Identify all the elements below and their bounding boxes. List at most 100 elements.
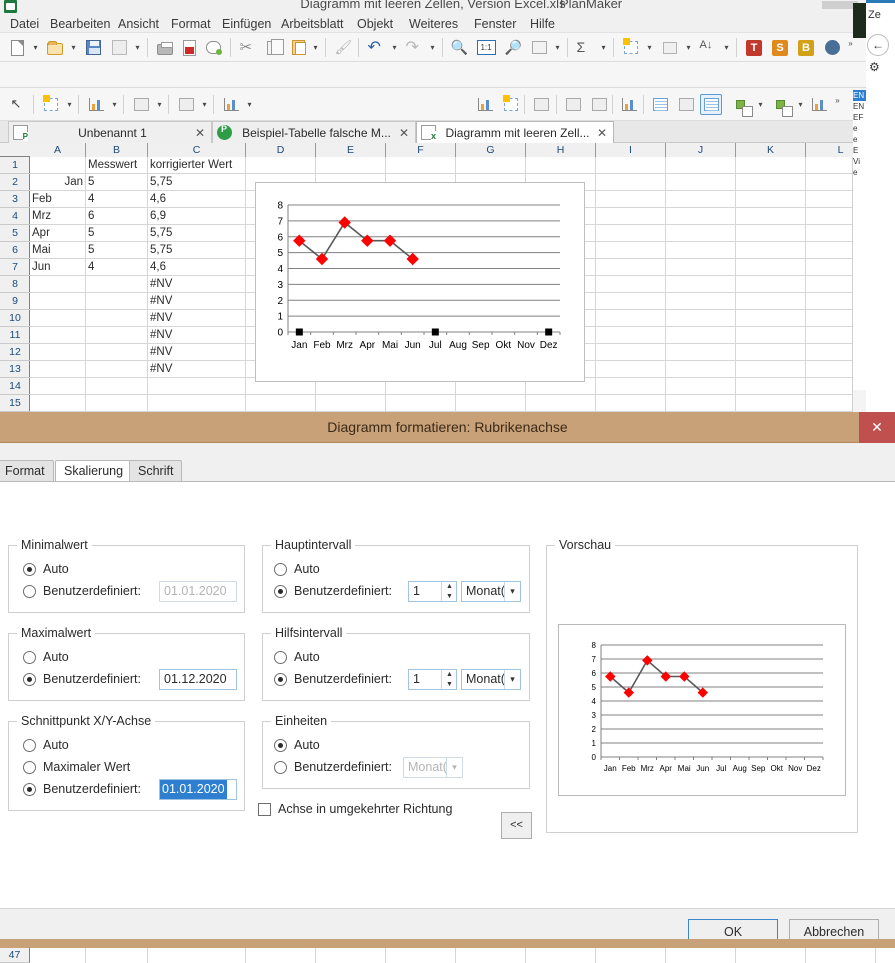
menu-weiteres[interactable]: Weiteres xyxy=(403,16,464,32)
cell-J5[interactable] xyxy=(666,225,736,242)
cell-A12[interactable] xyxy=(30,344,86,361)
cell-K15[interactable] xyxy=(736,395,806,412)
cell-E1[interactable] xyxy=(316,157,386,174)
tab-skalierung[interactable]: Skalierung xyxy=(55,460,133,482)
cell-bottom-F[interactable] xyxy=(386,948,456,963)
close-icon[interactable]: ✕ xyxy=(595,126,609,140)
add-series-button[interactable] xyxy=(220,94,242,115)
cell-K5[interactable] xyxy=(736,225,806,242)
print-preview-button[interactable] xyxy=(202,37,224,58)
cell-B7[interactable]: 4 xyxy=(86,259,148,276)
hauptintervall-custom-radio[interactable]: Benutzerdefiniert: xyxy=(274,584,392,598)
cell-A11[interactable] xyxy=(30,327,86,344)
collapse-dialog-button[interactable]: << xyxy=(501,812,532,839)
cell-K11[interactable] xyxy=(736,327,806,344)
row-header-13[interactable]: 13 xyxy=(0,361,30,378)
cell-D1[interactable] xyxy=(246,157,316,174)
cell-J8[interactable] xyxy=(666,276,736,293)
cell-bottom-B[interactable] xyxy=(86,948,148,963)
menu-bearbeiten[interactable]: Bearbeiten xyxy=(44,16,116,32)
doc-tab-beispiel-tabelle[interactable]: Beispiel-Tabelle falsche M... ✕ xyxy=(212,121,416,143)
menu-ansicht[interactable]: Ansicht xyxy=(112,16,165,32)
cell-K1[interactable] xyxy=(736,157,806,174)
cell-bottom-G[interactable] xyxy=(456,948,526,963)
cell-B13[interactable] xyxy=(86,361,148,378)
cell-J9[interactable] xyxy=(666,293,736,310)
cell-B5[interactable]: 5 xyxy=(86,225,148,242)
cell-K6[interactable] xyxy=(736,242,806,259)
cell-B2[interactable]: 5 xyxy=(86,174,148,191)
group-dropdown-icon[interactable]: ▾ xyxy=(756,100,765,109)
einheiten-auto-radio[interactable]: Auto xyxy=(274,738,320,752)
cell-K2[interactable] xyxy=(736,174,806,191)
cell-bottom-C[interactable] xyxy=(148,948,246,963)
tab-format[interactable]: Format xyxy=(0,460,54,481)
cell-I6[interactable] xyxy=(596,242,666,259)
cell-I11[interactable] xyxy=(596,327,666,344)
gear-icon[interactable]: ⚙ xyxy=(869,60,880,74)
cell-E15[interactable] xyxy=(316,395,386,412)
cell-C2[interactable]: 5,75 xyxy=(148,174,246,191)
background-sidebar-line[interactable]: e xyxy=(853,134,866,145)
column-header-j[interactable]: J xyxy=(666,143,736,157)
sum-dropdown-icon[interactable]: ▾ xyxy=(599,43,608,52)
element-properties-button[interactable] xyxy=(500,94,522,115)
cell-A5[interactable]: Apr xyxy=(30,225,86,242)
ungroup-dropdown-icon[interactable]: ▾ xyxy=(796,100,805,109)
row-header-10[interactable]: 10 xyxy=(0,310,30,327)
row-header-1[interactable]: 1 xyxy=(0,157,30,174)
cell-K3[interactable] xyxy=(736,191,806,208)
group-button[interactable] xyxy=(729,94,753,117)
filter-button[interactable] xyxy=(659,37,681,58)
search-icon[interactable]: 🔍 xyxy=(448,37,470,58)
row-header-7[interactable]: 7 xyxy=(0,259,30,276)
cell-A7[interactable]: Jun xyxy=(30,259,86,276)
menu-objekt[interactable]: Objekt xyxy=(351,16,399,32)
cell-J12[interactable] xyxy=(666,344,736,361)
cell-K4[interactable] xyxy=(736,208,806,225)
cell-B12[interactable] xyxy=(86,344,148,361)
background-sidebar-line[interactable]: EF xyxy=(853,112,866,123)
row-header-12[interactable]: 12 xyxy=(0,344,30,361)
cell-K10[interactable] xyxy=(736,310,806,327)
menu-hilfe[interactable]: Hilfe xyxy=(524,16,561,32)
close-icon[interactable]: ✕ xyxy=(397,126,411,140)
cell-C14[interactable] xyxy=(148,378,246,395)
add-series-dropdown-icon[interactable]: ▾ xyxy=(245,100,254,109)
background-sidebar-line[interactable]: e xyxy=(853,123,866,134)
hilfsintervall-unit-combo[interactable]: Monat( ▾ xyxy=(461,669,521,690)
schnittpunkt-max-radio[interactable]: Maximaler Wert xyxy=(23,760,130,774)
background-sidebar-line[interactable]: e xyxy=(853,167,866,178)
row-header-3[interactable]: 3 xyxy=(0,191,30,208)
save-chart-button[interactable] xyxy=(808,94,830,115)
cell-F15[interactable] xyxy=(386,395,456,412)
cell-I5[interactable] xyxy=(596,225,666,242)
chart-style-dropdown-icon[interactable]: ▾ xyxy=(200,100,209,109)
row-header-14[interactable]: 14 xyxy=(0,378,30,395)
zoom-button[interactable]: 🔎 xyxy=(502,37,524,58)
reverse-axis-checkbox[interactable]: Achse in umgekehrter Richtung xyxy=(258,802,452,816)
cell-C11[interactable]: #NV xyxy=(148,327,246,344)
toolbar-overflow-icon[interactable]: » xyxy=(846,39,855,48)
stepper-buttons[interactable]: ▲ ▼ xyxy=(441,670,456,689)
open-dropdown-icon[interactable]: ▾ xyxy=(69,43,78,52)
cell-A13[interactable] xyxy=(30,361,86,378)
cell-J15[interactable] xyxy=(666,395,736,412)
column-header-h[interactable]: H xyxy=(526,143,596,157)
cell-A9[interactable] xyxy=(30,293,86,310)
minimalwert-auto-radio[interactable]: Auto xyxy=(23,562,69,576)
menu-format[interactable]: Format xyxy=(165,16,217,32)
background-window-tab-label[interactable]: Ze xyxy=(868,9,881,21)
hauptintervall-auto-radio[interactable]: Auto xyxy=(274,562,320,576)
cell-C12[interactable]: #NV xyxy=(148,344,246,361)
cell-B3[interactable]: 4 xyxy=(86,191,148,208)
hilfsintervall-custom-radio[interactable]: Benutzerdefiniert: xyxy=(274,672,392,686)
chart-type-dropdown-icon[interactable]: ▾ xyxy=(110,100,119,109)
minimalwert-custom-radio[interactable]: Benutzerdefiniert: xyxy=(23,584,141,598)
stepper-down-icon[interactable]: ▼ xyxy=(442,592,457,601)
column-header-d[interactable]: D xyxy=(246,143,316,157)
row-header-5[interactable]: 5 xyxy=(0,225,30,242)
insert-object-dropdown-icon[interactable]: ▾ xyxy=(645,43,654,52)
legend-button[interactable] xyxy=(649,94,671,115)
cell-K13[interactable] xyxy=(736,361,806,378)
